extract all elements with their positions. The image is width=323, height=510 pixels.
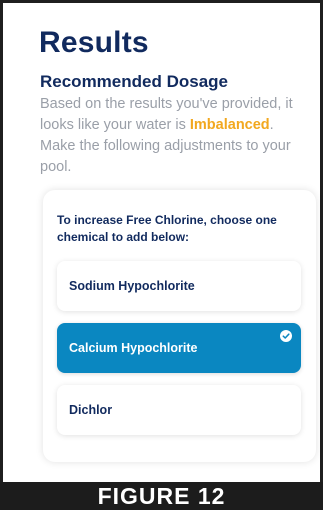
- page-title: Results: [39, 26, 149, 59]
- chemical-choice-card: To increase Free Chlorine, choose one ch…: [43, 190, 316, 462]
- option-dichlor[interactable]: Dichlor: [57, 385, 301, 435]
- option-label: Calcium Hypochlorite: [69, 341, 198, 355]
- option-sodium-hypochlorite[interactable]: Sodium Hypochlorite: [57, 261, 301, 311]
- water-status: Imbalanced: [189, 117, 270, 133]
- option-calcium-hypochlorite[interactable]: Calcium Hypochlorite: [57, 323, 301, 373]
- device-frame: Results Recommended Dosage Based on the …: [0, 0, 323, 510]
- option-label: Dichlor: [69, 403, 113, 417]
- results-description: Based on the results you've provided, it…: [40, 94, 302, 178]
- figure-caption: FIGURE 12: [0, 482, 323, 510]
- card-prompt: To increase Free Chlorine, choose one ch…: [57, 213, 277, 244]
- results-screen: Results Recommended Dosage Based on the …: [6, 6, 317, 482]
- check-circle-icon: [280, 330, 292, 342]
- section-title: Recommended Dosage: [40, 72, 228, 91]
- option-label: Sodium Hypochlorite: [69, 279, 195, 293]
